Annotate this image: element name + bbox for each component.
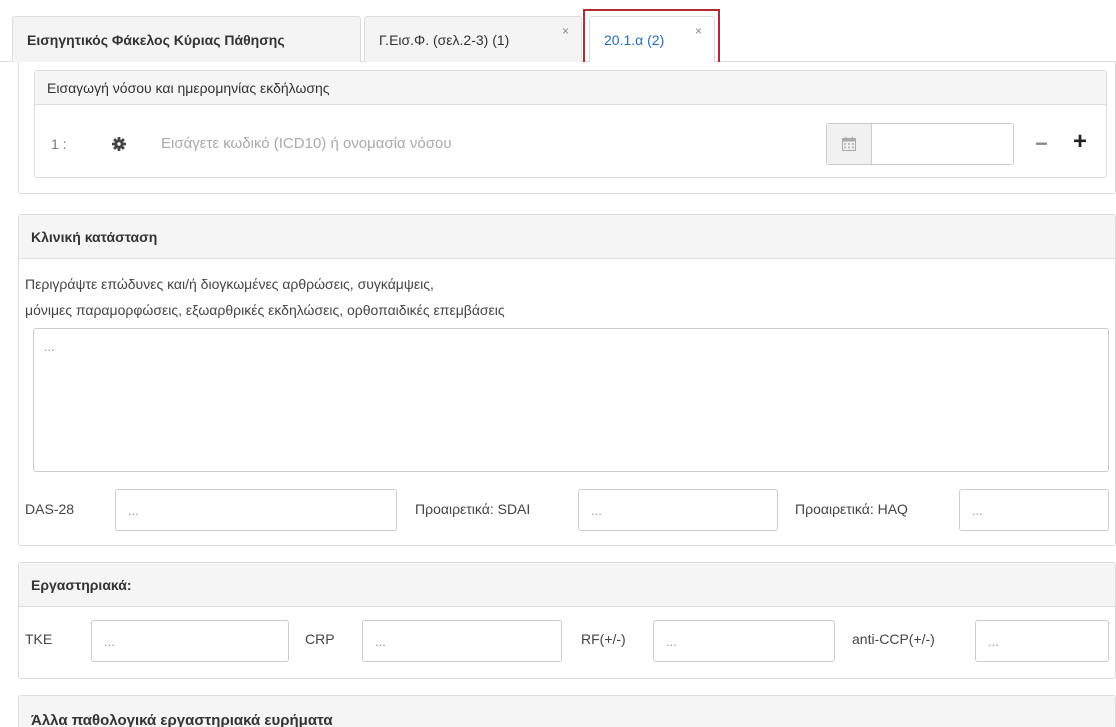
tke-label: TKE [25,631,53,647]
crp-input[interactable]: ... [362,620,562,662]
calendar-addon[interactable] [827,124,872,164]
gear-icon[interactable] [111,136,127,152]
sdai-input[interactable]: ... [578,489,778,531]
das-28-input[interactable]: ... [115,489,397,531]
clinical-panel-title: Κλινική κατάσταση [31,228,158,245]
tab-ge-is-f[interactable]: Γ.Εισ.Φ. (σελ.2-3) (1) × [364,16,582,62]
tab-ge-is-f-label: Γ.Εισ.Φ. (σελ.2-3) (1) [379,31,510,48]
tab-main-record-label: Εισηγητικός Φάκελος Κύριας Πάθησης [27,31,285,48]
clinical-description-line2: μόνιμες παραμορφώσεις, εξωαρθρικές εκδηλ… [25,302,505,318]
tab-main-record[interactable]: Εισηγητικός Φάκελος Κύριας Πάθησης [12,16,361,62]
other-labs-panel-header: Άλλα παθολογικά εργαστηριακά ευρήματα [19,696,1115,727]
rf-label: RF(+/-) [581,631,626,647]
date-input-group[interactable] [826,123,1014,165]
clinical-description-line1: Περιγράψτε επώδυνες και/ή διογκωμένες αρ… [25,276,434,292]
other-labs-panel-title: Άλλα παθολογικά εργαστηριακά ευρήματα [31,712,333,727]
active-tab-highlight [583,9,720,65]
anti-ccp-input[interactable]: ... [975,620,1109,662]
labs-panel-header: Εργαστηριακά: [19,563,1115,607]
clinical-panel: Κλινική κατάσταση Περιγράψτε επώδυνες κα… [18,214,1116,546]
row-number: 1 : [51,136,67,152]
haq-label: Προαιρετικά: HAQ [795,501,908,517]
add-row-button[interactable]: + [1073,128,1087,156]
rf-input[interactable]: ... [653,620,835,662]
calendar-icon [841,136,857,152]
labs-panel-title: Εργαστηριακά: [31,576,132,593]
anti-ccp-label: anti-CCP(+/-) [852,631,935,647]
disease-panel: Εισαγωγή νόσου και ημερομηνίας εκδήλωσης… [34,70,1107,178]
other-labs-panel: Άλλα παθολογικά εργαστηριακά ευρήματα [18,695,1116,727]
clinical-panel-header: Κλινική κατάσταση [19,215,1115,259]
haq-input[interactable]: ... [959,489,1109,531]
remove-row-button[interactable]: − [1035,131,1048,157]
tke-input[interactable]: ... [91,620,289,662]
sdai-label: Προαιρετικά: SDAI [415,501,531,517]
crp-label: CRP [305,631,335,647]
tab-ge-is-f-close-icon[interactable]: × [562,24,569,38]
disease-search-input[interactable]: Εισάγετε κωδικό (ICD10) ή ονομασία νόσου [161,135,801,152]
disease-panel-title: Εισαγωγή νόσου και ημερομηνίας εκδήλωσης [47,79,330,96]
clinical-textarea[interactable]: ... [33,328,1109,472]
labs-panel: Εργαστηριακά: TKE ... CRP ... RF(+/-) ..… [18,562,1116,679]
date-field[interactable] [872,124,1013,164]
disease-panel-header: Εισαγωγή νόσου και ημερομηνίας εκδήλωσης [35,71,1106,105]
tab-bar: Εισηγητικός Φάκελος Κύριας Πάθησης Γ.Εισ… [0,0,1116,65]
das-28-label: DAS-28 [25,501,75,517]
